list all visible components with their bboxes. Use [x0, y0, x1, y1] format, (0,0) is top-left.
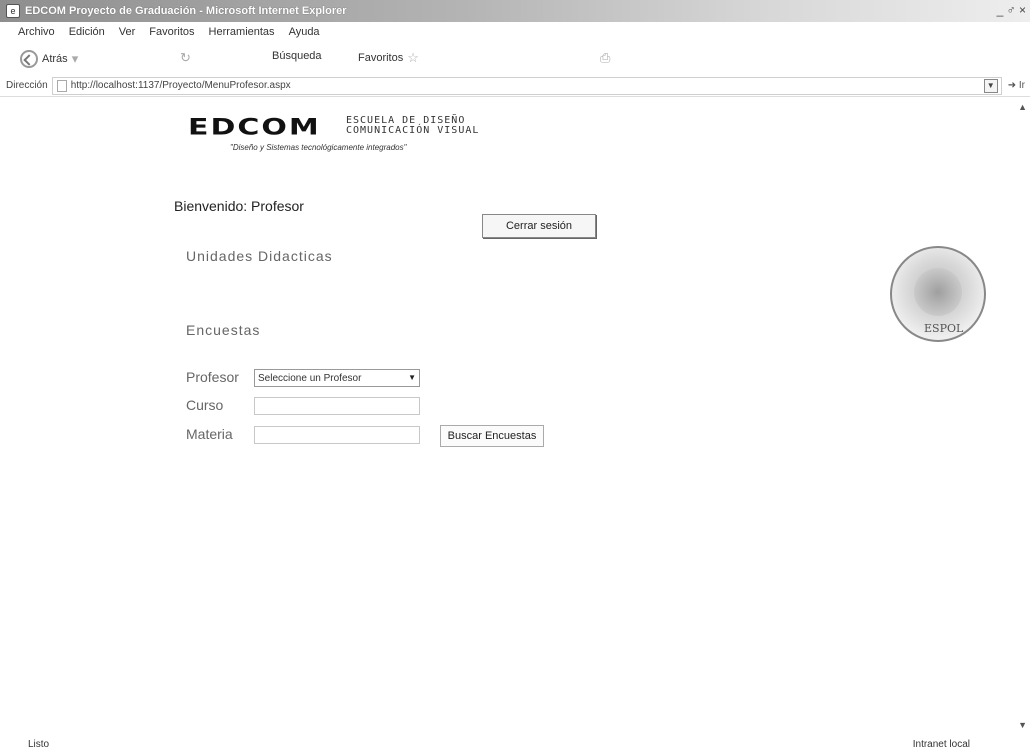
favorites-label: Favoritos	[358, 52, 404, 64]
units-link[interactable]: Unidades Didacticas	[186, 248, 333, 264]
print-icon: ⎙	[600, 50, 611, 65]
refresh-icon: ↻	[180, 50, 191, 65]
status-text: Listo	[28, 738, 50, 750]
logo-tagline: "Diseño y Sistemas tecnológicamente inte…	[230, 143, 407, 152]
logo-school: ESCUELA DE DISEÑO COMUNICACIÓN VISUAL	[346, 116, 479, 136]
menu-item-ver[interactable]: Ver	[119, 26, 136, 38]
profesor-select[interactable]: Seleccione un Profesor ▼	[254, 369, 420, 387]
back-label: Atrás	[42, 53, 68, 65]
zone-indicator: Intranet local	[912, 738, 970, 750]
menu-item-favoritos[interactable]: Favoritos	[149, 26, 194, 38]
profesor-label: Profesor	[186, 369, 239, 385]
menu-bar: Archivo Edición Ver Favoritos Herramient…	[0, 22, 1030, 42]
address-label: Dirección	[6, 80, 48, 91]
profesor-selected-value: Seleccione un Profesor	[258, 372, 362, 384]
logo-school-line2: COMUNICACIÓN VISUAL	[346, 125, 480, 136]
ie-page-icon: e	[6, 4, 20, 18]
search-label: Búsqueda	[272, 50, 322, 62]
print-button[interactable]: ⎙	[600, 50, 610, 66]
edcom-logo: EDCOM ESCUELA DE DISEÑO COMUNICACIÓN VIS…	[188, 110, 548, 158]
logout-button[interactable]: Cerrar sesión	[482, 214, 596, 238]
scroll-up-icon[interactable]: ▲	[1018, 102, 1027, 112]
materia-label: Materia	[186, 426, 233, 442]
refresh-button[interactable]: ↻	[180, 50, 191, 66]
address-input[interactable]: http://localhost:1137/Proyecto/MenuProfe…	[51, 76, 1002, 95]
surveys-heading: Encuestas	[186, 322, 261, 338]
seal-emblem	[914, 268, 962, 316]
vertical-scrollbar[interactable]: ▲ ▼	[1014, 98, 1030, 734]
status-bar: Listo Intranet local	[0, 734, 1030, 754]
chevron-down-icon: ▼	[408, 373, 416, 382]
menu-item-herramientas[interactable]: Herramientas	[209, 26, 275, 38]
window-title: EDCOM Proyecto de Graduación - Microsoft…	[25, 5, 347, 17]
seal-text: ESPOL	[924, 322, 964, 335]
dropdown-arrow-icon: ▾	[71, 51, 79, 66]
scroll-down-icon[interactable]: ▼	[1018, 720, 1027, 730]
welcome-text: Bienvenido: Profesor	[174, 198, 304, 214]
curso-input[interactable]	[254, 397, 420, 415]
search-surveys-button[interactable]: Buscar Encuestas	[440, 425, 544, 447]
favorites-icon: ☆	[407, 50, 419, 65]
address-url[interactable]: http://localhost:1137/Proyecto/MenuProfe…	[71, 80, 291, 91]
menu-item-ayuda[interactable]: Ayuda	[289, 26, 320, 38]
logo-brand: EDCOM	[188, 114, 321, 141]
go-label: Ir	[1018, 80, 1025, 91]
toolbar: Atrás ▾ ↻ Búsqueda Favoritos ☆ ⎙	[0, 42, 1030, 74]
espol-seal: ESPOL	[890, 246, 986, 342]
back-button[interactable]: Atrás ▾	[20, 50, 78, 68]
search-button[interactable]: Búsqueda	[272, 50, 322, 62]
materia-input[interactable]	[254, 426, 420, 444]
go-button[interactable]: ➜ Ir	[1008, 80, 1025, 91]
address-bar: Dirección http://localhost:1137/Proyecto…	[0, 75, 1030, 97]
go-arrow-icon: ➜	[1007, 80, 1017, 91]
menu-item-edicion[interactable]: Edición	[69, 26, 105, 38]
page-content: EDCOM ESCUELA DE DISEÑO COMUNICACIÓN VIS…	[0, 98, 1030, 734]
curso-label: Curso	[186, 397, 224, 413]
title-bar: e EDCOM Proyecto de Graduación - Microso…	[0, 0, 1030, 22]
window-controls-label[interactable]: _ ♂ ×	[997, 3, 1026, 17]
address-dropdown-icon[interactable]: ▼	[983, 78, 998, 93]
menu-item-archivo[interactable]: Archivo	[18, 26, 55, 38]
page-icon	[56, 79, 67, 92]
favorites-button[interactable]: Favoritos ☆	[358, 50, 419, 66]
back-icon	[20, 50, 38, 68]
window-controls[interactable]: _ ♂ ×	[997, 3, 1026, 17]
